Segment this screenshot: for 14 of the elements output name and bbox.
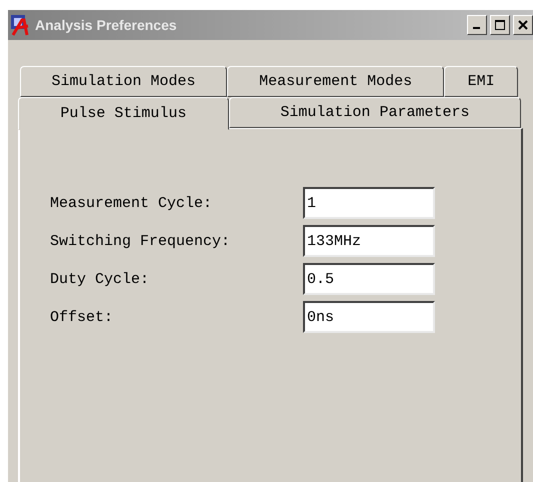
input-field[interactable]: 0.5 [303, 263, 435, 295]
tab[interactable]: Measurement Modes [227, 66, 444, 97]
input-field[interactable]: 0ns [303, 301, 435, 333]
field-label: Switching Frequency: [50, 232, 232, 250]
input-field[interactable]: 1 [303, 187, 435, 219]
input-field[interactable]: 133MHz [303, 225, 435, 257]
tab[interactable]: Pulse Stimulus [18, 97, 229, 130]
tab[interactable]: Simulation Parameters [228, 97, 521, 128]
field-label: Duty Cycle: [50, 270, 150, 288]
field-label: Offset: [50, 308, 114, 326]
tab[interactable]: Simulation Modes [20, 66, 227, 97]
tab[interactable]: EMI [444, 66, 518, 97]
field-label: Measurement Cycle: [50, 194, 214, 212]
window-title: Analysis Preferences [35, 17, 178, 33]
